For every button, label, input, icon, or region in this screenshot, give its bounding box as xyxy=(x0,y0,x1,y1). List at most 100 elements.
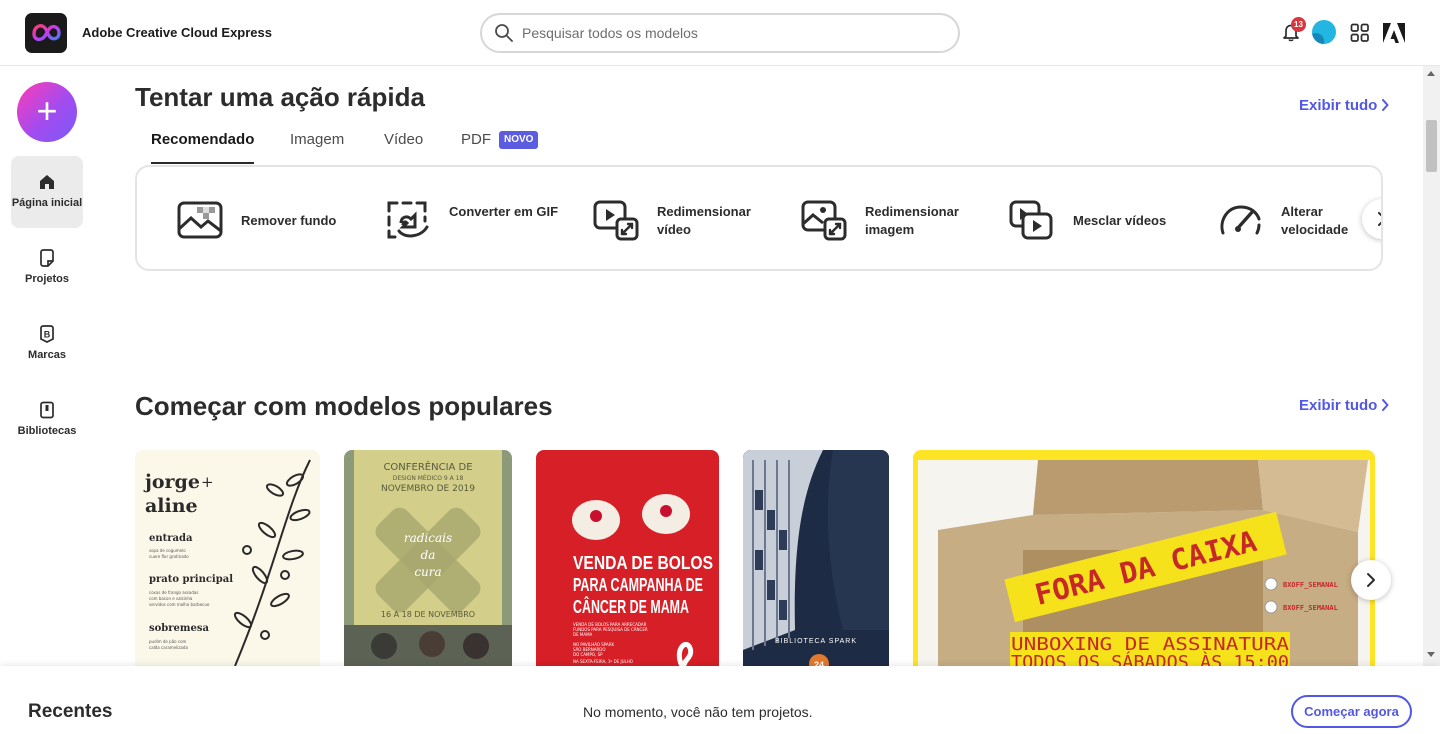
change-speed-icon xyxy=(1220,205,1261,235)
chevron-right-icon xyxy=(1367,573,1375,587)
new-badge: NOVO xyxy=(499,131,539,149)
adobe-logo-icon[interactable] xyxy=(1383,23,1405,43)
sidebar-item-label: Projetos xyxy=(24,273,69,285)
ribbon-icon xyxy=(676,641,694,666)
menu-section-3-detail-2: calda caramelizada xyxy=(149,645,188,650)
quick-action-label: Redimensionar imagem xyxy=(865,204,959,237)
merge-videos-icon xyxy=(1009,200,1053,240)
bake-sale-small-3: DE MAMA xyxy=(573,632,593,637)
remove-background-icon xyxy=(177,201,223,239)
sidebar-item-label: Bibliotecas xyxy=(17,425,77,437)
tab-video[interactable]: Vídeo xyxy=(384,126,423,164)
quick-action-label: Mesclar vídeos xyxy=(1073,213,1167,228)
template-card-bake-sale[interactable]: VENDA DE BOLOS PARA CAMPANHA DE CÂNCER D… xyxy=(536,450,719,666)
create-new-button[interactable]: + xyxy=(17,82,77,142)
sidebar-item-projects[interactable]: Projetos xyxy=(11,232,83,304)
menu-name-2: aline xyxy=(145,495,198,517)
page-scrollbar[interactable] xyxy=(1423,66,1440,666)
see-all-label: Exibir tudo xyxy=(1299,97,1378,114)
conference-line-2: DESIGN MÉDICO 9 A 18 xyxy=(393,474,464,482)
notification-count-badge: 13 xyxy=(1291,17,1306,32)
bake-sale-line-2: PARA CAMPANHA DE xyxy=(573,575,703,595)
chevron-right-icon xyxy=(1382,399,1389,411)
menu-section-3-detail-1: pudim de pão com xyxy=(149,639,187,644)
youtube-icon xyxy=(1264,600,1278,614)
recent-title: Recentes xyxy=(28,701,113,722)
search-bar[interactable] xyxy=(480,13,960,53)
scrollbar-thumb[interactable] xyxy=(1426,120,1437,172)
conference-line-3: NOVEMBRO DE 2019 xyxy=(381,484,475,494)
bake-sale-line-3: CÂNCER DE MAMA xyxy=(573,596,689,617)
menu-section-2-detail-1: coxas de frango assadas xyxy=(149,590,198,595)
recent-panel: Recentes No momento, você não tem projet… xyxy=(0,666,1440,734)
plus-icon: + xyxy=(36,90,58,131)
tab-recommended[interactable]: Recomendado xyxy=(151,126,255,164)
creative-cloud-logo[interactable] xyxy=(25,13,67,53)
template-thumbnail: CONFERÊNCIA DE DESIGN MÉDICO 9 A 18 NOVE… xyxy=(344,450,512,666)
menu-section-2-detail-2: com bacon e salsinha xyxy=(149,596,193,601)
donut-illustration xyxy=(572,494,690,540)
conference-script-2: da xyxy=(421,548,436,562)
olive-branch-illustration xyxy=(233,459,311,666)
menu-plus: + xyxy=(201,473,214,491)
bake-sale-small-6: DO CAMPO, SP xyxy=(573,652,603,657)
unboxing-social-2: BXOFF_SEMANAL xyxy=(1283,604,1338,612)
sidebar-item-brands[interactable]: B Marcas xyxy=(11,308,83,380)
template-thumbnail: jorge + aline entrada sopa de cogumelo c… xyxy=(143,459,311,666)
apps-grid-icon[interactable] xyxy=(1350,23,1370,43)
top-bar: Adobe Creative Cloud Express 13 xyxy=(0,0,1440,66)
templates-title: Começar com modelos populares xyxy=(135,391,553,421)
template-card-wedding-menu[interactable]: jorge + aline entrada sopa de cogumelo c… xyxy=(135,450,320,666)
quick-actions-carousel: Remover fundo Converter em GIF Redimensi… xyxy=(135,165,1383,271)
menu-section-1-detail-2: cuore flor gratinado xyxy=(149,554,189,559)
templates-see-all-link[interactable]: Exibir tudo xyxy=(1299,397,1389,414)
quick-action-label: Converter em GIF xyxy=(449,204,559,219)
library-icon xyxy=(40,401,54,419)
sidebar: + Página inicial Projetos B Marcas Bibli… xyxy=(0,66,95,666)
unboxing-line-2: TODOS OS SÁBADOS ÀS 15:00 xyxy=(1011,651,1289,666)
sidebar-item-label: Marcas xyxy=(28,349,66,361)
recent-empty-message: No momento, você não tem projetos. xyxy=(583,704,813,720)
menu-section-3: sobremesa xyxy=(149,623,209,634)
search-input[interactable] xyxy=(522,23,942,43)
tab-image[interactable]: Imagem xyxy=(290,126,344,164)
template-card-unboxing[interactable]: FORA DA CAIXA BXOFF_SEMANAL BXOFF_SEMANA… xyxy=(913,450,1375,666)
quick-actions-title: Tentar uma ação rápida xyxy=(135,82,425,112)
scroll-down-arrow-icon[interactable] xyxy=(1427,652,1435,657)
template-card-conference[interactable]: CONFERÊNCIA DE DESIGN MÉDICO 9 A 18 NOVE… xyxy=(344,450,512,666)
see-all-label: Exibir tudo xyxy=(1299,397,1378,414)
chevron-right-icon xyxy=(1382,99,1389,111)
start-now-button[interactable]: Começar agora xyxy=(1291,695,1412,728)
avatar[interactable] xyxy=(1312,20,1336,44)
tumblr-icon xyxy=(1264,577,1278,591)
tab-pdf[interactable]: PDF xyxy=(461,126,491,164)
conference-script-3: cura xyxy=(414,565,441,579)
quick-actions-see-all-link[interactable]: Exibir tudo xyxy=(1299,97,1389,114)
unboxing-social-1: BXOFF_SEMANAL xyxy=(1283,581,1338,589)
library-label: BIBLIOTECA SPARK xyxy=(775,638,857,645)
sidebar-item-libraries[interactable]: Bibliotecas xyxy=(11,384,83,456)
convert-gif-icon xyxy=(387,201,429,239)
brand-icon: B xyxy=(40,325,54,343)
quick-action-label: Redimensionar vídeo xyxy=(657,204,751,237)
resize-video-icon xyxy=(593,200,639,241)
template-card-library[interactable]: BIBLIOTECA SPARK 24 xyxy=(743,450,889,666)
menu-section-2-detail-3: servidos com molho barbecue xyxy=(149,602,210,607)
home-icon xyxy=(40,175,54,189)
menu-section-1: entrada xyxy=(149,533,193,544)
sidebar-item-label: Página inicial xyxy=(11,197,83,209)
menu-section-2: prato principal xyxy=(149,574,233,585)
conference-dates: 16 A 18 DE NOVEMBRO xyxy=(381,610,475,619)
projects-icon xyxy=(40,249,54,267)
app-title: Adobe Creative Cloud Express xyxy=(82,25,272,40)
scroll-up-arrow-icon[interactable] xyxy=(1427,71,1435,76)
conference-line-1: CONFERÊNCIA DE xyxy=(383,460,472,473)
menu-name-1: jorge xyxy=(143,471,200,493)
chevron-right-icon xyxy=(1378,212,1381,226)
templates-next-button[interactable] xyxy=(1351,560,1391,600)
sidebar-item-home[interactable]: Página inicial xyxy=(11,156,83,228)
creative-cloud-icon xyxy=(32,24,61,42)
template-thumbnail: FORA DA CAIXA BXOFF_SEMANAL BXOFF_SEMANA… xyxy=(918,460,1370,666)
bake-sale-line-1: VENDA DE BOLOS xyxy=(573,553,713,573)
bake-sale-small-7: NA SEXTA-FEIRA, 1º DE JULHO xyxy=(573,659,633,664)
